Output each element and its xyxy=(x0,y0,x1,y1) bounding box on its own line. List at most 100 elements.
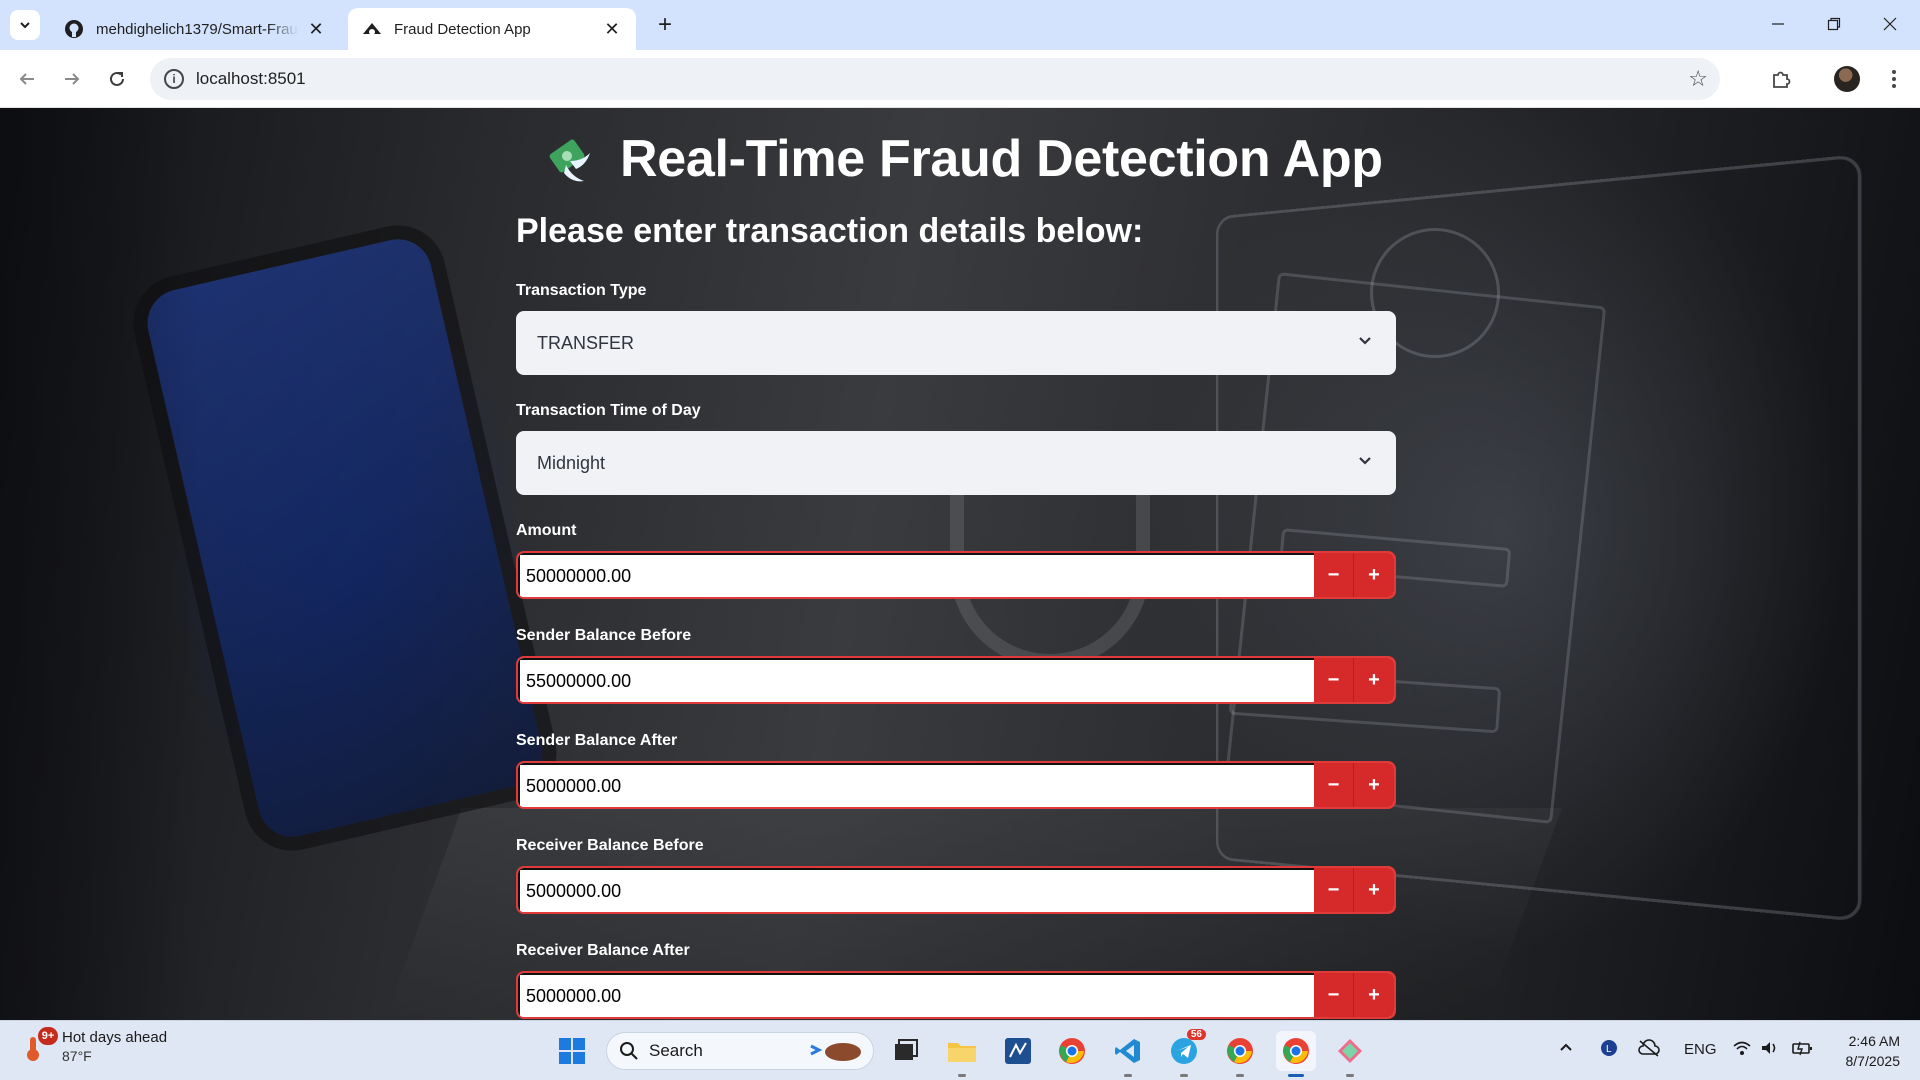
system-clock[interactable]: 2:46 AM 8/7/2025 xyxy=(1836,1031,1901,1071)
weather-headline: Hot days ahead xyxy=(62,1029,168,1046)
vscode-icon xyxy=(1115,1039,1140,1063)
extensions-button[interactable] xyxy=(1766,64,1796,94)
arrow-left-icon xyxy=(19,73,34,85)
selected-value: TRANSFER xyxy=(537,332,635,353)
receiver-balance-before-label: Receiver Balance Before xyxy=(516,837,704,854)
transaction-type-select[interactable]: TRANSFER xyxy=(516,311,1396,375)
forward-button[interactable] xyxy=(55,62,89,96)
decrement-button[interactable]: − xyxy=(1314,658,1354,702)
more-vert-icon xyxy=(1892,70,1896,88)
time-of-day-select[interactable]: Midnight xyxy=(516,431,1396,495)
sender-balance-before-input: 55000000.00 − + xyxy=(516,656,1396,704)
chevron-down-icon xyxy=(1356,331,1374,349)
site-info-icon[interactable]: i xyxy=(164,69,184,89)
decrement-button[interactable]: − xyxy=(1314,973,1354,1017)
receiver-balance-after-label: Receiver Balance After xyxy=(516,942,690,959)
tab-github[interactable]: mehdighelich1379/Smart-Fraud-Detection ✕ xyxy=(50,8,340,50)
sender-balance-before-field[interactable]: 55000000.00 xyxy=(518,658,1314,702)
page-title: Real-Time Fraud Detection App xyxy=(620,130,1383,188)
battery-icon[interactable] xyxy=(1792,1039,1814,1061)
language-indicator[interactable]: ENG xyxy=(1684,1041,1717,1058)
back-button[interactable] xyxy=(10,62,44,96)
clock-date: 8/7/2025 xyxy=(1845,1053,1901,1069)
search-label: Search xyxy=(649,1041,703,1060)
close-icon[interactable]: ✕ xyxy=(602,19,622,39)
receiver-balance-before-field[interactable]: 5000000.00 xyxy=(518,868,1314,912)
app-header: Real-Time Fraud Detection App xyxy=(542,124,1383,194)
receiver-balance-before-input: 5000000.00 − + xyxy=(516,866,1396,914)
page-viewport: Real-Time Fraud Detection App Please ent… xyxy=(0,108,1920,1020)
chrome-profile-app[interactable] xyxy=(1220,1031,1260,1077)
bookmark-star-icon[interactable]: ☆ xyxy=(1688,66,1708,92)
chrome-menu-button[interactable] xyxy=(1879,64,1909,94)
weather-temperature: 87°F xyxy=(62,1048,92,1064)
show-hidden-icons-button[interactable] xyxy=(1558,1039,1574,1059)
amount-label: Amount xyxy=(516,522,577,539)
sender-balance-after-field[interactable]: 5000000.00 xyxy=(518,763,1314,807)
amount-number-input: 50000000.00 − + xyxy=(516,551,1396,599)
increment-button[interactable]: + xyxy=(1354,553,1394,597)
blue-circle-icon: L xyxy=(1601,1040,1617,1056)
receiver-balance-after-field[interactable]: 5000000.00 xyxy=(518,973,1314,1017)
restore-button[interactable] xyxy=(1814,6,1854,42)
onedrive-tray-icon[interactable] xyxy=(1638,1039,1660,1061)
tray-app-icon[interactable]: L xyxy=(1600,1039,1618,1061)
thermometer-icon: 9+ xyxy=(22,1027,58,1063)
blue-app-icon xyxy=(1005,1038,1031,1064)
increment-button[interactable]: + xyxy=(1354,973,1394,1017)
increment-button[interactable]: + xyxy=(1354,763,1394,807)
task-view-button[interactable] xyxy=(886,1031,926,1071)
increment-button[interactable]: + xyxy=(1354,658,1394,702)
decrement-button[interactable]: − xyxy=(1314,868,1354,912)
taskbar-search-box[interactable]: Search xyxy=(606,1032,874,1070)
close-icon[interactable]: ✕ xyxy=(306,19,326,39)
new-tab-button[interactable]: + xyxy=(652,11,678,38)
file-explorer-app[interactable] xyxy=(942,1031,982,1077)
tab-title: mehdighelich1379/Smart-Fraud-Detection xyxy=(96,20,298,38)
start-button[interactable] xyxy=(552,1031,592,1071)
close-window-button[interactable] xyxy=(1870,6,1910,42)
diamond-icon xyxy=(1338,1039,1362,1063)
tab-search-button[interactable] xyxy=(10,10,40,40)
search-icon xyxy=(620,1042,638,1060)
decrement-button[interactable]: − xyxy=(1314,763,1354,807)
streamlit-icon xyxy=(362,19,382,39)
chrome-active-app[interactable] xyxy=(1276,1031,1316,1077)
decrement-button[interactable]: − xyxy=(1314,553,1354,597)
profile-avatar[interactable] xyxy=(1834,66,1860,92)
running-indicator xyxy=(1236,1074,1244,1077)
running-indicator xyxy=(1124,1074,1132,1077)
amount-field[interactable]: 50000000.00 xyxy=(518,553,1314,597)
svg-text:L: L xyxy=(1606,1044,1612,1055)
chevron-down-icon xyxy=(20,22,30,29)
money-with-wings-icon xyxy=(542,131,598,187)
reload-button[interactable] xyxy=(100,62,134,96)
restore-icon xyxy=(1827,17,1841,31)
transaction-type-label: Transaction Type xyxy=(516,282,647,299)
gem-app[interactable] xyxy=(1330,1031,1370,1077)
address-bar[interactable]: i localhost:8501 ☆ xyxy=(150,58,1720,100)
github-icon xyxy=(64,19,84,39)
telegram-app[interactable]: 56 xyxy=(1164,1029,1206,1077)
puzzle-icon xyxy=(1773,71,1791,88)
chrome-icon xyxy=(1059,1038,1085,1064)
chrome-icon xyxy=(1283,1038,1309,1064)
code-editor-app[interactable] xyxy=(998,1031,1038,1071)
chrome-app[interactable] xyxy=(1052,1031,1092,1071)
close-icon xyxy=(1883,17,1897,31)
cloud-offline-icon xyxy=(1638,1039,1660,1057)
increment-button[interactable]: + xyxy=(1354,868,1394,912)
notification-badge: 56 xyxy=(1186,1029,1206,1040)
tab-fraud-detection-app[interactable]: Fraud Detection App ✕ xyxy=(348,8,636,50)
vscode-app[interactable] xyxy=(1108,1031,1148,1077)
volume-icon[interactable] xyxy=(1760,1039,1780,1061)
tab-title: Fraud Detection App xyxy=(394,20,531,38)
weather-widget[interactable]: 9+ Hot days ahead 87°F xyxy=(22,1027,168,1064)
chevron-up-icon xyxy=(1560,1043,1572,1051)
clock-time: 2:46 AM xyxy=(1848,1033,1900,1049)
minimize-button[interactable] xyxy=(1758,6,1798,42)
running-indicator xyxy=(958,1074,966,1077)
browser-tab-strip: mehdighelich1379/Smart-Fraud-Detection ✕… xyxy=(0,0,1920,50)
wifi-icon[interactable] xyxy=(1732,1039,1752,1061)
receiver-balance-after-input: 5000000.00 − + xyxy=(516,971,1396,1019)
